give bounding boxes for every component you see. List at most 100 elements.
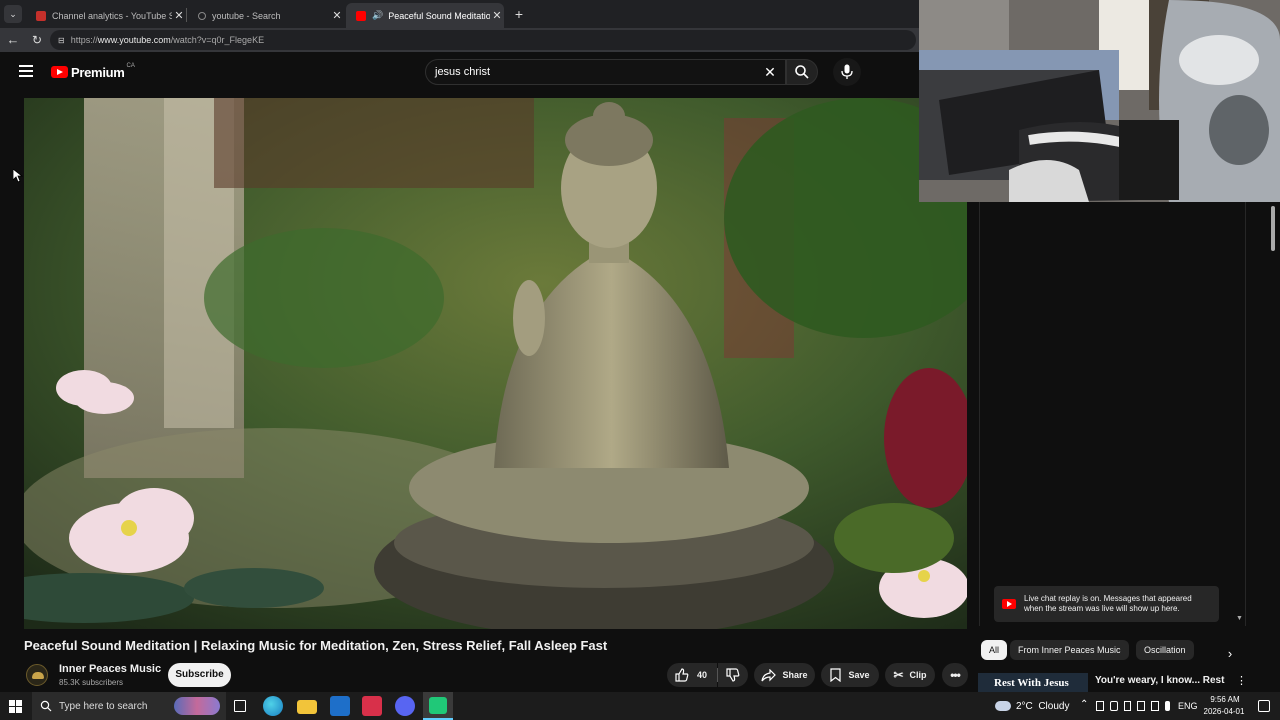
language-indicator[interactable]: ENG <box>1178 701 1198 711</box>
back-arrow-icon[interactable]: ← <box>5 31 21 49</box>
speaker-tray-icon[interactable] <box>1109 701 1118 711</box>
gift-app-icon[interactable] <box>362 696 382 716</box>
taskbar-search-box[interactable]: Type here to search <box>32 692 226 720</box>
reload-icon[interactable]: ↻ <box>29 31 45 49</box>
share-button[interactable]: Share <box>754 663 815 687</box>
close-tab-icon[interactable]: ✕ <box>172 9 186 22</box>
hamburger-menu-icon[interactable] <box>19 65 33 77</box>
youtube-header: Premium CA jesus christ ✕ <box>0 52 920 92</box>
tab-search-dropdown-icon[interactable]: ⌄ <box>4 5 22 23</box>
search-favicon-icon <box>198 11 206 20</box>
address-bar: ← ↻ ⊟ https://www.youtube.com/watch?v=q0… <box>0 28 920 52</box>
edge-browser-icon[interactable] <box>263 696 283 716</box>
more-options-icon[interactable]: ⋮ <box>1236 674 1247 688</box>
tab-title: Channel analytics - YouTube Studi <box>52 10 172 21</box>
clip-button[interactable]: ✂ Clip <box>885 663 935 687</box>
chat-scroll-down-icon[interactable]: ▼ <box>1236 615 1243 622</box>
lotus-logo-icon <box>32 672 44 679</box>
file-explorer-icon[interactable] <box>297 700 317 714</box>
chat-notice-text: Live chat replay is on. Messages that ap… <box>1024 594 1192 613</box>
weather-widget[interactable]: 2°C Cloudy <box>995 698 1069 714</box>
logo-text: Premium <box>71 64 125 80</box>
live-chat-replay-notice: Live chat replay is on. Messages that ap… <box>994 586 1219 622</box>
tray-icon[interactable] <box>1096 701 1104 711</box>
discord-icon[interactable] <box>395 696 415 716</box>
chevron-right-icon[interactable]: › <box>1222 646 1238 662</box>
video-title: Peaceful Sound Meditation | Relaxing Mus… <box>24 638 608 653</box>
windows-start-icon[interactable] <box>9 700 22 713</box>
buddha-statue-meditation-scene <box>24 98 967 629</box>
search-highlight-icon <box>174 697 220 715</box>
tab-youtube-search[interactable]: youtube - Search ✕ <box>188 3 344 28</box>
chat-scrollbar[interactable] <box>1269 202 1277 622</box>
mouse-cursor-icon <box>13 169 23 183</box>
voice-search-button[interactable] <box>833 58 861 86</box>
channel-avatar[interactable] <box>26 664 48 686</box>
youtube-studio-favicon-icon <box>36 10 46 21</box>
tray-icon[interactable] <box>1123 701 1132 711</box>
tab-title: youtube - Search <box>212 10 281 21</box>
more-horizontal-icon: ••• <box>950 668 961 682</box>
taskbar-search-placeholder: Type here to search <box>59 700 148 712</box>
show-hidden-icons-icon[interactable]: ⌃ <box>1080 699 1088 710</box>
save-label: Save <box>848 670 870 680</box>
channel-name[interactable]: Inner Peaces Music <box>59 663 161 675</box>
close-tab-icon[interactable]: ✕ <box>490 9 504 22</box>
recommendation-title[interactable]: You're weary, I know... Rest by <box>1095 675 1225 686</box>
search-button[interactable] <box>786 59 818 85</box>
url-field[interactable]: ⊟ https://www.youtube.com/watch?v=q0r_Fl… <box>50 30 916 50</box>
chat-scrollbar-thumb[interactable] <box>1271 206 1275 251</box>
search-icon <box>40 700 52 712</box>
thumbs-down-icon <box>726 668 740 682</box>
search-icon <box>795 65 809 79</box>
chip-oscillation[interactable]: Oscillation <box>1136 640 1194 660</box>
active-app-tile[interactable] <box>423 692 453 720</box>
tab-title: Peaceful Sound Meditation | R <box>388 10 490 21</box>
task-view-icon[interactable] <box>234 700 246 712</box>
youtube-premium-logo[interactable]: Premium CA <box>51 63 135 80</box>
dislike-button[interactable] <box>718 663 748 687</box>
microphone-icon <box>841 64 853 79</box>
outlook-icon[interactable] <box>330 696 350 716</box>
clock-date[interactable]: 2026-04-01 <box>1201 707 1247 716</box>
more-actions-button[interactable]: ••• <box>942 663 968 687</box>
webcam-room-view <box>919 0 1280 202</box>
tab-divider <box>186 8 187 22</box>
url-host: www.youtube.com <box>97 35 171 45</box>
cloud-weather-icon <box>995 701 1011 711</box>
microphone-tray-icon[interactable] <box>1165 701 1170 711</box>
weather-text: 2°C Cloudy <box>1016 700 1070 712</box>
close-tab-icon[interactable]: ✕ <box>330 9 344 22</box>
like-button[interactable]: 40 <box>667 663 717 687</box>
speaker-icon[interactable]: 🔊 <box>372 10 383 21</box>
chip-all[interactable]: All <box>981 640 1008 660</box>
region-code: CA <box>126 63 135 69</box>
scissors-icon: ✂ <box>893 668 904 682</box>
network-tray-icon[interactable] <box>1137 701 1146 711</box>
notifications-icon[interactable] <box>1258 700 1270 712</box>
tab-channel-analytics[interactable]: Channel analytics - YouTube Studi ✕ <box>26 3 186 28</box>
clock-time[interactable]: 9:56 AM <box>1205 695 1245 704</box>
youtube-logo-icon <box>1002 599 1016 609</box>
video-player[interactable] <box>24 98 967 629</box>
new-tab-icon[interactable]: + <box>511 5 527 23</box>
system-tray-icons[interactable] <box>1096 701 1170 711</box>
save-button[interactable]: Save <box>821 663 879 687</box>
site-info-icon[interactable]: ⊟ <box>58 36 65 45</box>
search-query: jesus christ <box>435 66 491 78</box>
live-chat-panel <box>979 202 1246 626</box>
youtube-play-logo-icon <box>51 66 68 78</box>
windows-taskbar: Type here to search 2°C Cloudy ⌃ ENG 9:5… <box>0 692 1280 720</box>
clear-search-icon[interactable]: ✕ <box>762 64 778 80</box>
chip-from-channel[interactable]: From Inner Peaces Music <box>1010 640 1129 660</box>
tray-icon[interactable] <box>1151 701 1160 711</box>
subscriber-count: 85.3K subscribers <box>59 678 124 687</box>
like-count: 40 <box>697 670 708 680</box>
thumbs-up-icon <box>675 668 689 682</box>
search-input[interactable]: jesus christ <box>425 59 786 85</box>
browser-tab-bar: ⌄ Channel analytics - YouTube Studi ✕ yo… <box>0 0 920 28</box>
subscribe-button[interactable]: Subscribe <box>168 663 231 687</box>
tab-peaceful-sound-meditation[interactable]: 🔊 Peaceful Sound Meditation | R ✕ <box>346 3 504 28</box>
share-icon <box>761 668 777 681</box>
recommendation-thumbnail[interactable]: Rest With Jesus <box>978 673 1088 692</box>
